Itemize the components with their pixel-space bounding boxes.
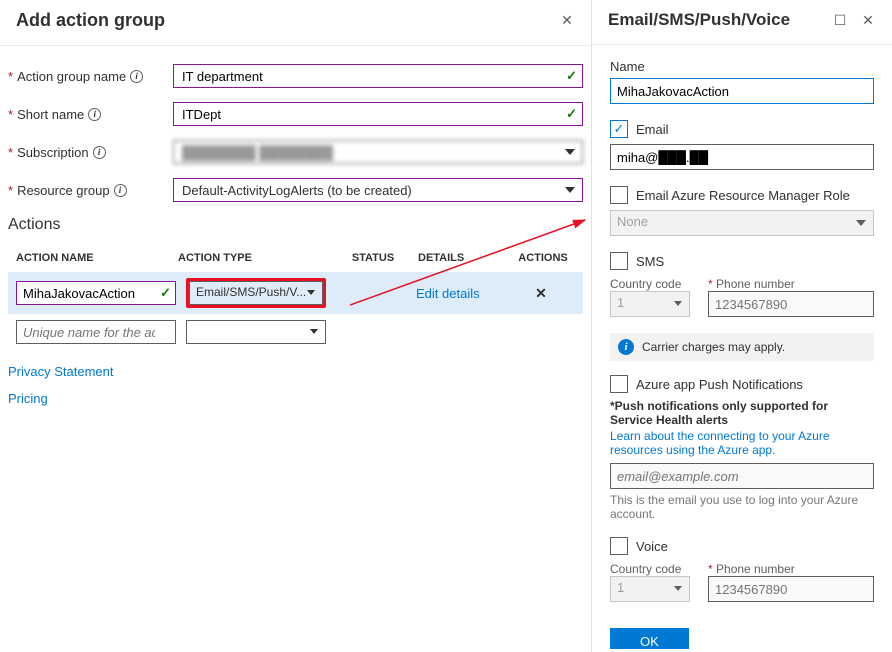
push-learn-link[interactable]: Learn about the connecting to your Azure…: [610, 429, 874, 457]
voice-cb-label: Voice: [636, 539, 668, 554]
sms-cb-label: SMS: [636, 254, 664, 269]
email-checkbox[interactable]: ✓: [610, 120, 628, 138]
row-action-group-name: * Action group name i ✓: [8, 64, 583, 88]
sms-field: SMS Country code 1 * Phone number: [610, 252, 874, 317]
add-action-group-panel: Add action group ✕ * Action group name i…: [0, 0, 592, 652]
label-short-name: * Short name i: [8, 107, 173, 122]
push-helper: This is the email you use to log into yo…: [610, 493, 874, 521]
push-note: *Push notifications only supported for S…: [610, 399, 874, 427]
action-name-empty-input[interactable]: [16, 320, 176, 344]
col-action-name: ACTION NAME: [8, 252, 178, 264]
left-panel-header: Add action group ✕: [0, 0, 591, 46]
col-status: STATUS: [328, 252, 418, 264]
close-icon[interactable]: ✕: [860, 12, 876, 28]
name-input[interactable]: [610, 78, 874, 104]
push-checkbox[interactable]: [610, 375, 628, 393]
panel-title: Add action group: [16, 10, 165, 31]
sms-checkbox[interactable]: [610, 252, 628, 270]
checkmark-icon: ✓: [566, 68, 577, 84]
voice-phone-label: * Phone number: [708, 562, 795, 576]
push-cb-label: Azure app Push Notifications: [636, 377, 803, 392]
push-field: Azure app Push Notifications *Push notif…: [610, 375, 874, 521]
email-cb-label: Email: [636, 122, 669, 137]
col-actions: ACTIONS: [513, 252, 573, 264]
info-icon: i: [618, 339, 634, 355]
col-action-type: ACTION TYPE: [178, 252, 328, 264]
subscription-select[interactable]: ████████ ████████: [173, 140, 583, 164]
voice-phone-input: [708, 576, 874, 602]
short-name-input[interactable]: [173, 102, 583, 126]
ok-button[interactable]: OK: [610, 628, 689, 649]
phone-label: * Phone number: [708, 277, 795, 291]
voice-country-select: 1: [610, 576, 690, 602]
name-label: Name: [610, 59, 874, 74]
voice-country-label: Country code: [610, 562, 681, 576]
right-body: Name ✓ Email Email Azure Resource Manage…: [592, 45, 892, 649]
right-panel-title: Email/SMS/Push/Voice: [608, 10, 790, 30]
resource-group-select[interactable]: Default-ActivityLogAlerts (to be created…: [173, 178, 583, 202]
actions-heading: Actions: [8, 216, 591, 234]
checkmark-icon: ✓: [566, 106, 577, 122]
sms-country-select: 1: [610, 291, 690, 317]
email-input[interactable]: [610, 144, 874, 170]
info-icon[interactable]: i: [114, 184, 127, 197]
push-email-input: [610, 463, 874, 489]
delete-row-icon[interactable]: ✕: [535, 285, 547, 301]
action-name-input[interactable]: [16, 281, 176, 305]
voice-field: Voice Country code 1 * Phone number: [610, 537, 874, 602]
footer-links: Privacy Statement Pricing: [8, 364, 591, 406]
country-code-label: Country code: [610, 277, 681, 291]
name-field: Name: [610, 59, 874, 104]
edit-details-link[interactable]: Edit details: [416, 286, 480, 301]
row-short-name: * Short name i ✓: [8, 102, 583, 126]
info-icon[interactable]: i: [130, 70, 143, 83]
close-icon[interactable]: ✕: [559, 13, 575, 29]
maximize-icon[interactable]: ☐: [832, 12, 848, 28]
info-icon[interactable]: i: [93, 146, 106, 159]
checkmark-icon: ✓: [160, 285, 171, 301]
right-panel-header: Email/SMS/Push/Voice ☐ ✕: [592, 0, 892, 45]
label-resource-group: * Resource group i: [8, 183, 173, 198]
actions-table: ACTION NAME ACTION TYPE STATUS DETAILS A…: [8, 244, 583, 350]
form-area: * Action group name i ✓ * Short name i ✓…: [0, 46, 591, 202]
table-row: ✓ Email/SMS/Push/V... Edit details ✕: [8, 272, 583, 314]
info-icon[interactable]: i: [88, 108, 101, 121]
label-action-group-name: * Action group name i: [8, 69, 173, 84]
sms-phone-input: [708, 291, 874, 317]
pricing-link[interactable]: Pricing: [8, 391, 591, 406]
email-field: ✓ Email: [610, 120, 874, 170]
action-type-empty-select[interactable]: [186, 320, 326, 344]
privacy-link[interactable]: Privacy Statement: [8, 364, 591, 379]
row-subscription: * Subscription i ████████ ████████: [8, 140, 583, 164]
label-subscription: * Subscription i: [8, 145, 173, 160]
action-group-name-input[interactable]: [173, 64, 583, 88]
row-resource-group: * Resource group i Default-ActivityLogAl…: [8, 178, 583, 202]
action-type-select[interactable]: Email/SMS/Push/V...: [189, 281, 323, 305]
arm-role-select: None: [610, 210, 874, 236]
email-sms-push-voice-panel: Email/SMS/Push/Voice ☐ ✕ Name ✓ Email Em…: [592, 0, 892, 652]
arm-role-label: Email Azure Resource Manager Role: [636, 188, 850, 203]
col-details: DETAILS: [418, 252, 513, 264]
arm-role-field: Email Azure Resource Manager Role None: [610, 186, 874, 236]
table-header: ACTION NAME ACTION TYPE STATUS DETAILS A…: [8, 244, 583, 272]
table-row-empty: [8, 314, 583, 350]
info-bar-text: Carrier charges may apply.: [642, 340, 785, 354]
arm-role-checkbox[interactable]: [610, 186, 628, 204]
carrier-info-bar: i Carrier charges may apply.: [610, 333, 874, 361]
voice-checkbox[interactable]: [610, 537, 628, 555]
